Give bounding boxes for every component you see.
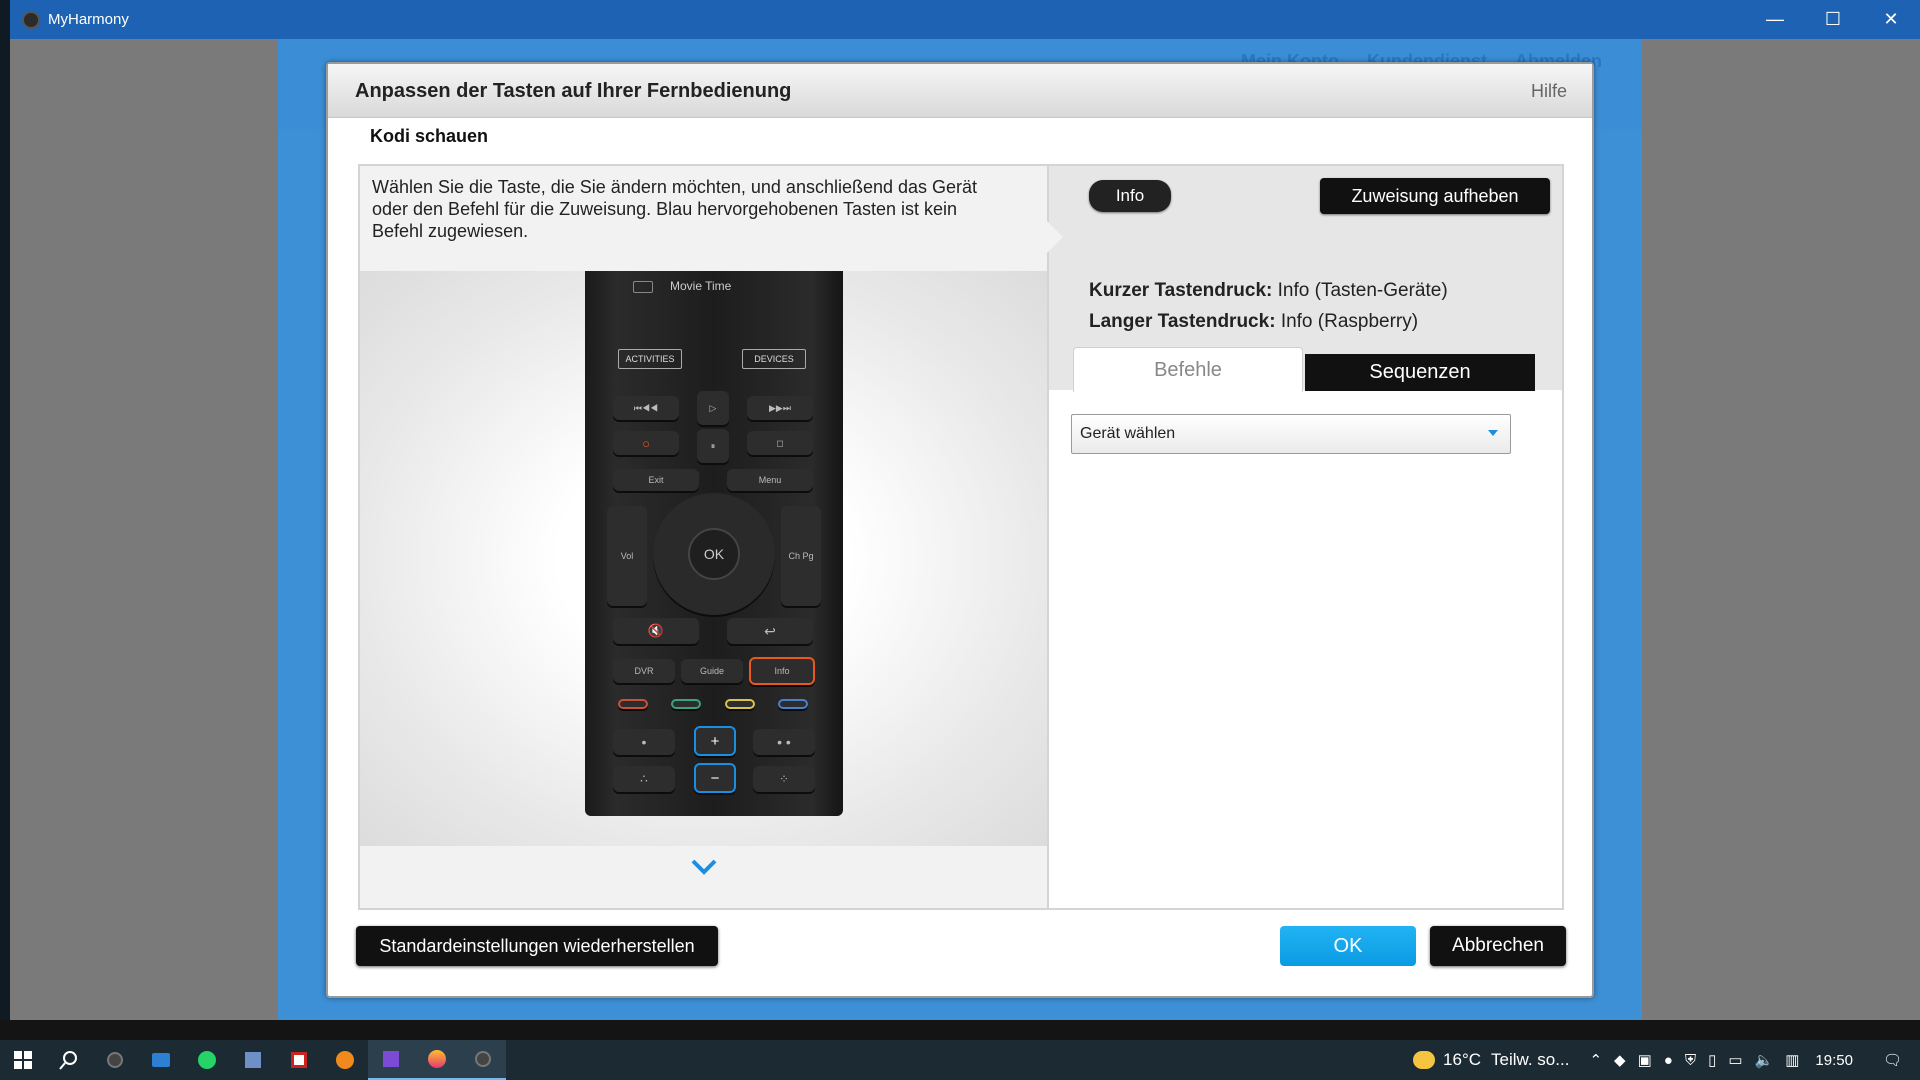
exit-button[interactable]: Exit: [613, 469, 699, 491]
tray-sync-icon[interactable]: ●: [1664, 1052, 1673, 1069]
dropdown-caret-icon: [1488, 430, 1498, 436]
guide-button[interactable]: Guide: [681, 659, 743, 683]
tray-app-icon[interactable]: ◆: [1614, 1051, 1626, 1069]
shield-icon[interactable]: ⛨: [1685, 1052, 1696, 1069]
volume-rocker[interactable]: Vol: [607, 506, 647, 606]
fastforward-button[interactable]: ▶▶⏭: [747, 396, 813, 420]
panel-pointer: [1047, 221, 1063, 253]
mail-icon[interactable]: [138, 1040, 184, 1080]
remote-image: Movie Time ACTIVITIES DEVICES ⏮◀◀ ▷ ▶▶⏭ …: [585, 271, 843, 816]
title-bar: MyHarmony — ☐ ✕: [10, 0, 1920, 39]
whatsapp-icon[interactable]: [184, 1040, 230, 1080]
start-icon[interactable]: [0, 1040, 46, 1080]
long-press-row: Langer Tastendruck: Info (Raspberry): [1089, 311, 1418, 333]
harmony-taskbar-icon[interactable]: [92, 1040, 138, 1080]
firefox-icon[interactable]: [414, 1040, 460, 1080]
short-press-value: Info (Tasten-Geräte): [1277, 280, 1448, 301]
unassign-button[interactable]: Zuweisung aufheben: [1320, 178, 1550, 214]
remote-panel: Wählen Sie die Taste, die Sie ändern möc…: [358, 164, 1049, 910]
tab-commands[interactable]: Befehle: [1073, 347, 1303, 392]
rewind-button[interactable]: ⏮◀◀: [613, 396, 679, 420]
volume-icon[interactable]: 🔈: [1755, 1051, 1774, 1069]
yellow-button[interactable]: [725, 699, 755, 709]
instructions-text: Wählen Sie die Taste, die Sie ändern möc…: [372, 177, 978, 241]
remote-preview: Movie Time ACTIVITIES DEVICES ⏮◀◀ ▷ ▶▶⏭ …: [360, 271, 1047, 846]
weather-icon[interactable]: [1413, 1051, 1436, 1069]
short-press-label: Kurzer Tastendruck:: [1089, 280, 1273, 301]
usb-icon[interactable]: ▯: [1708, 1051, 1716, 1069]
close-button[interactable]: ✕: [1862, 0, 1920, 39]
long-press-label: Langer Tastendruck:: [1089, 311, 1276, 332]
activity-name: Kodi schauen: [370, 126, 489, 146]
harmony-active-icon[interactable]: [460, 1040, 506, 1080]
remote-screen-title: Movie Time: [670, 279, 732, 293]
package-icon[interactable]: [276, 1040, 322, 1080]
harmony-app-icon: [22, 10, 40, 29]
minimize-button[interactable]: —: [1746, 0, 1804, 39]
screen-activity-icon: [633, 281, 653, 293]
search-icon[interactable]: [46, 1040, 92, 1080]
dvr-button[interactable]: DVR: [613, 659, 675, 683]
mute-button[interactable]: 🔇: [613, 618, 699, 644]
minus-button[interactable]: −: [694, 763, 736, 793]
tab-sequences[interactable]: Sequenzen: [1305, 354, 1535, 391]
network-tool-icon[interactable]: [230, 1040, 276, 1080]
weather-text[interactable]: Teilw. so...: [1491, 1050, 1569, 1070]
restore-defaults-button[interactable]: Standardeinstellungen wiederherstellen: [356, 926, 718, 966]
play-button[interactable]: ▷: [697, 391, 729, 425]
red-button[interactable]: [618, 699, 648, 709]
weather-temp[interactable]: 16°C: [1443, 1050, 1481, 1070]
menu-button[interactable]: Menu: [727, 469, 813, 491]
network-icon[interactable]: ▭: [1728, 1051, 1742, 1069]
long-press-value: Info (Raspberry): [1280, 311, 1419, 332]
activities-button[interactable]: ACTIVITIES: [618, 349, 682, 369]
assignment-panel: Info Zuweisung aufheben Kurzer Tastendru…: [1047, 164, 1564, 910]
short-press-row: Kurzer Tastendruck: Info (Tasten-Geräte): [1089, 280, 1448, 302]
device-select[interactable]: Gerät wählen: [1071, 414, 1511, 454]
taskbar: 16°C Teilw. so... ⌃ ◆ ▣ ● ⛨ ▯ ▭ 🔈 ▥ 19:5…: [0, 1040, 1920, 1080]
help-link[interactable]: Hilfe: [1531, 81, 1567, 102]
system-tray: 16°C Teilw. so... ⌃ ◆ ▣ ● ⛨ ▯ ▭ 🔈 ▥ 19:5…: [1413, 1040, 1920, 1080]
stop-button[interactable]: ◻: [747, 431, 813, 455]
cancel-button[interactable]: Abbrechen: [1430, 926, 1566, 966]
device-select-value: Gerät wählen: [1080, 425, 1176, 442]
chevron-up-icon[interactable]: ⌃: [1589, 1051, 1602, 1069]
preset-3-button[interactable]: ∴: [613, 766, 675, 792]
chevron-down-icon[interactable]: [690, 858, 718, 876]
preset-4-button[interactable]: ⁘: [753, 766, 815, 792]
channel-rocker[interactable]: Ch Pg: [781, 506, 821, 606]
blue-button[interactable]: [778, 699, 808, 709]
selected-key-info-button[interactable]: Info: [1089, 180, 1171, 212]
tray-network-tool-icon[interactable]: ▣: [1638, 1051, 1652, 1069]
ok-button[interactable]: OK: [688, 528, 740, 580]
notifications-icon[interactable]: 🗨: [1883, 1051, 1902, 1069]
green-button[interactable]: [671, 699, 701, 709]
save-icon[interactable]: [368, 1040, 414, 1080]
customize-buttons-dialog: Anpassen der Tasten auf Ihrer Fernbedien…: [326, 62, 1594, 998]
plus-button[interactable]: +: [694, 726, 736, 756]
preset-2-button[interactable]: • •: [753, 729, 815, 755]
devices-button[interactable]: DEVICES: [742, 349, 806, 369]
desktop-wallpaper: [0, 1020, 1920, 1042]
dialog-header: Anpassen der Tasten auf Ihrer Fernbedien…: [328, 64, 1592, 118]
assignment-summary: Info Zuweisung aufheben Kurzer Tastendru…: [1047, 166, 1562, 392]
window-title: MyHarmony: [48, 11, 129, 28]
keyboard-language-icon[interactable]: ▥: [1785, 1051, 1799, 1069]
dialog-title: Anpassen der Tasten auf Ihrer Fernbedien…: [355, 80, 792, 102]
clock[interactable]: 19:50: [1815, 1052, 1853, 1069]
preset-1-button[interactable]: •: [613, 729, 675, 755]
info-remote-button[interactable]: Info: [749, 657, 815, 685]
maximize-button[interactable]: ☐: [1804, 0, 1862, 39]
back-button[interactable]: ↩: [727, 618, 813, 644]
ok-button[interactable]: OK: [1280, 926, 1416, 966]
pause-button[interactable]: ⏸: [697, 429, 729, 463]
media-player-icon[interactable]: [322, 1040, 368, 1080]
record-button[interactable]: ○: [613, 431, 679, 455]
